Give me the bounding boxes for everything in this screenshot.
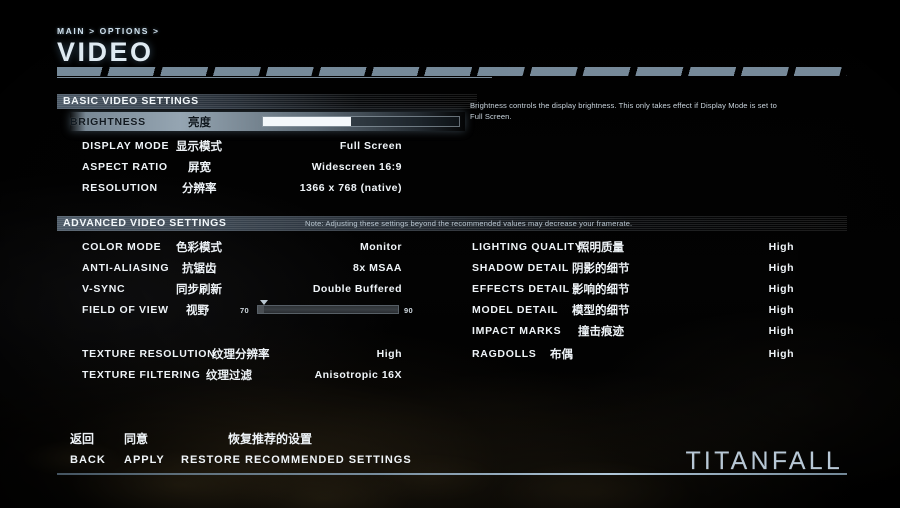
- setting-row-lighting-quality[interactable]: LIGHTING QUALITY 照明质量 High: [472, 237, 794, 256]
- setting-label-model-detail-en: MODEL DETAIL: [472, 303, 559, 316]
- basic-video-settings-title: BASIC VIDEO SETTINGS: [63, 95, 199, 107]
- setting-row-aspect-ratio[interactable]: ASPECT RATIO 屏宽 Widescreen 16:9: [82, 157, 402, 176]
- setting-value-shadow-detail: High: [768, 261, 794, 274]
- video-settings-screen: MAIN > OPTIONS > VIDEO BASIC VIDEO SETTI…: [0, 0, 900, 508]
- setting-label-anti-aliasing-cn: 抗锯齿: [182, 260, 217, 275]
- setting-row-texture-resolution[interactable]: TEXTURE RESOLUTION 纹理分辨率 High: [82, 344, 402, 363]
- restore-recommended-settings-button[interactable]: RESTORE RECOMMENDED SETTINGS: [181, 454, 412, 466]
- page-title: VIDEO: [57, 37, 154, 67]
- setting-label-v-sync-en: V-SYNC: [82, 282, 126, 295]
- setting-label-texture-filtering-cn: 纹理过滤: [206, 367, 252, 382]
- setting-value-texture-resolution: High: [376, 347, 402, 360]
- setting-label-aspect-ratio-cn: 屏宽: [188, 159, 211, 174]
- setting-value-aspect-ratio: Widescreen 16:9: [311, 160, 402, 173]
- titanfall-logo: TITANFALL: [685, 447, 843, 475]
- setting-label-anti-aliasing-en: ANTI-ALIASING: [82, 261, 170, 274]
- setting-label-ragdolls-cn: 布偶: [550, 346, 573, 361]
- setting-row-v-sync[interactable]: V-SYNC 同步刷新 Double Buffered: [82, 279, 402, 298]
- fov-slider-fill: [258, 306, 264, 313]
- setting-label-shadow-detail-cn: 阴影的细节: [572, 260, 630, 275]
- setting-label-effects-detail-cn: 影响的细节: [572, 281, 630, 296]
- setting-value-color-mode: Monitor: [360, 240, 402, 253]
- basic-video-settings-band: BASIC VIDEO SETTINGS: [57, 94, 477, 109]
- breadcrumb: MAIN > OPTIONS >: [57, 26, 160, 36]
- footer-divider: [57, 473, 847, 475]
- setting-label-brightness-cn: 亮度: [188, 114, 211, 129]
- setting-label-display-mode-en: DISPLAY MODE: [82, 139, 170, 152]
- back-button[interactable]: BACK: [70, 454, 106, 466]
- setting-label-effects-detail-en: EFFECTS DETAIL: [472, 282, 570, 295]
- setting-label-impact-marks-cn: 撞击痕迹: [578, 323, 624, 338]
- setting-label-resolution-cn: 分辨率: [182, 180, 217, 195]
- brightness-slider[interactable]: [262, 116, 460, 127]
- setting-value-effects-detail: High: [768, 282, 794, 295]
- fov-slider-max-label: 90: [404, 306, 413, 315]
- setting-value-lighting-quality: High: [768, 240, 794, 253]
- setting-row-shadow-detail[interactable]: SHADOW DETAIL 阴影的细节 High: [472, 258, 794, 277]
- setting-row-impact-marks[interactable]: IMPACT MARKS 撞击痕迹 High: [472, 321, 794, 340]
- setting-label-color-mode-en: COLOR MODE: [82, 240, 162, 253]
- apply-button[interactable]: APPLY: [124, 454, 165, 466]
- setting-label-resolution-en: RESOLUTION: [82, 181, 158, 194]
- setting-description: Brightness controls the display brightne…: [470, 101, 777, 121]
- advanced-video-settings-band: ADVANCED VIDEO SETTINGS Note: Adjusting …: [57, 216, 847, 231]
- fov-slider-handle[interactable]: [259, 300, 268, 305]
- setting-label-v-sync-cn: 同步刷新: [176, 281, 222, 296]
- setting-label-texture-resolution-cn: 纹理分辨率: [212, 346, 270, 361]
- setting-value-texture-filtering: Anisotropic 16X: [314, 368, 402, 381]
- setting-value-ragdolls: High: [768, 347, 794, 360]
- setting-label-impact-marks-en: IMPACT MARKS: [472, 324, 562, 337]
- setting-value-impact-marks: High: [768, 324, 794, 337]
- setting-label-lighting-quality-cn: 照明质量: [578, 239, 624, 254]
- header-divider: [57, 67, 847, 78]
- brightness-slider-fill: [263, 117, 352, 126]
- setting-label-color-mode-cn: 色彩模式: [176, 239, 222, 254]
- setting-row-color-mode[interactable]: COLOR MODE 色彩模式 Monitor: [82, 237, 402, 256]
- fov-slider[interactable]: [257, 300, 399, 314]
- setting-label-field-of-view-cn: 视野: [186, 302, 209, 317]
- setting-row-model-detail[interactable]: MODEL DETAIL 模型的细节 High: [472, 300, 794, 319]
- advanced-video-settings-note: Note: Adjusting these settings beyond th…: [305, 219, 633, 228]
- setting-label-ragdolls-en: RAGDOLLS: [472, 347, 537, 360]
- setting-row-resolution[interactable]: RESOLUTION 分辨率 1366 x 768 (native): [82, 178, 402, 197]
- fov-slider-min-label: 70: [240, 306, 249, 315]
- setting-row-effects-detail[interactable]: EFFECTS DETAIL 影响的细节 High: [472, 279, 794, 298]
- restore-button-cn-label[interactable]: 恢复推荐的设置: [228, 430, 312, 447]
- setting-label-lighting-quality-en: LIGHTING QUALITY: [472, 240, 583, 253]
- setting-row-anti-aliasing[interactable]: ANTI-ALIASING 抗锯齿 8x MSAA: [82, 258, 402, 277]
- setting-value-model-detail: High: [768, 303, 794, 316]
- setting-value-v-sync: Double Buffered: [312, 282, 402, 295]
- setting-row-display-mode[interactable]: DISPLAY MODE 显示模式 Full Screen: [82, 136, 402, 155]
- advanced-video-settings-title: ADVANCED VIDEO SETTINGS: [63, 217, 227, 229]
- setting-value-anti-aliasing: 8x MSAA: [352, 261, 402, 274]
- page-header: MAIN > OPTIONS > VIDEO: [57, 26, 847, 78]
- setting-label-display-mode-cn: 显示模式: [176, 138, 222, 153]
- setting-label-brightness-en: BRIGHTNESS: [70, 115, 146, 128]
- setting-label-model-detail-cn: 模型的细节: [572, 302, 630, 317]
- setting-label-field-of-view-en: FIELD OF VIEW: [82, 303, 169, 316]
- setting-label-texture-resolution-en: TEXTURE RESOLUTION: [82, 347, 216, 360]
- setting-row-ragdolls[interactable]: RAGDOLLS 布偶 High: [472, 344, 794, 363]
- setting-value-resolution: 1366 x 768 (native): [299, 181, 402, 194]
- apply-button-cn-label[interactable]: 同意: [124, 430, 148, 447]
- back-button-cn-label[interactable]: 返回: [70, 430, 94, 447]
- setting-label-shadow-detail-en: SHADOW DETAIL: [472, 261, 569, 274]
- setting-label-aspect-ratio-en: ASPECT RATIO: [82, 160, 168, 173]
- setting-label-texture-filtering-en: TEXTURE FILTERING: [82, 368, 201, 381]
- setting-row-brightness[interactable]: BRIGHTNESS 亮度: [70, 112, 465, 131]
- setting-row-texture-filtering[interactable]: TEXTURE FILTERING 纹理过滤 Anisotropic 16X: [82, 365, 402, 384]
- setting-row-field-of-view[interactable]: FIELD OF VIEW 视野 70 90: [82, 300, 414, 319]
- setting-value-display-mode: Full Screen: [339, 139, 402, 152]
